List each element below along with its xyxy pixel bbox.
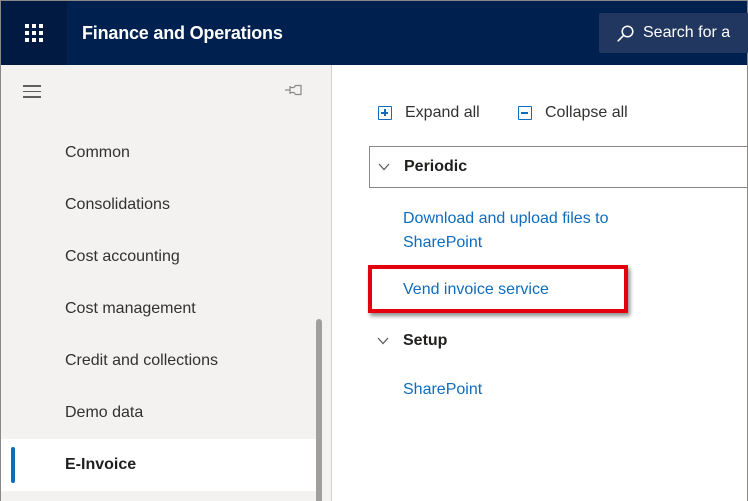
app-launcher-button[interactable] <box>1 1 67 65</box>
section-setup-title: Setup <box>403 332 448 349</box>
chevron-down-icon <box>378 163 390 171</box>
link-vend-invoice-service[interactable]: Vend invoice service <box>403 278 549 302</box>
collapse-all-button[interactable]: Collapse all <box>518 101 628 125</box>
section-setup-header[interactable]: Setup <box>369 320 748 362</box>
nav-item-credit-and-collections[interactable]: Credit and collections <box>1 335 317 387</box>
nav-item-demo-data[interactable]: Demo data <box>1 387 317 439</box>
expand-all-label: Expand all <box>405 104 480 121</box>
hamburger-icon[interactable] <box>23 85 41 98</box>
nav-item-common[interactable]: Common <box>1 127 317 179</box>
nav-item-cost-management[interactable]: Cost management <box>1 283 317 335</box>
waffle-icon <box>25 24 43 42</box>
nav-item-e-invoice[interactable]: E-Invoice <box>1 439 317 491</box>
link-text-line-1: Download and upload files to <box>403 210 609 227</box>
nav-item-cost-accounting[interactable]: Cost accounting <box>1 231 317 283</box>
app-title: Finance and Operations <box>82 23 283 43</box>
nav-scrollbar[interactable] <box>316 319 322 501</box>
nav-item-consolidations[interactable]: Consolidations <box>1 179 317 231</box>
collapse-all-icon <box>518 106 532 120</box>
collapse-all-label: Collapse all <box>545 104 628 121</box>
section-periodic-title: Periodic <box>404 158 468 175</box>
search-box[interactable]: Search for a <box>599 13 748 53</box>
expand-all-button[interactable]: Expand all <box>378 101 480 125</box>
pin-icon[interactable] <box>284 83 304 97</box>
chevron-down-icon <box>377 337 389 345</box>
search-placeholder: Search for a <box>643 24 731 41</box>
link-sharepoint[interactable]: SharePoint <box>403 378 482 402</box>
expand-all-icon <box>378 106 392 120</box>
main-content: Expand all Collapse all Periodic Downloa… <box>332 65 748 501</box>
link-text-line-2: SharePoint <box>403 234 483 251</box>
link-download-upload-sharepoint[interactable]: Download and upload files to SharePoint <box>403 207 608 255</box>
search-icon <box>617 24 634 42</box>
section-periodic-header[interactable]: Periodic <box>369 146 748 188</box>
left-navigation: Common Consolidations Cost accounting Co… <box>1 65 332 501</box>
top-bar: Finance and Operations Search for a <box>1 1 748 65</box>
